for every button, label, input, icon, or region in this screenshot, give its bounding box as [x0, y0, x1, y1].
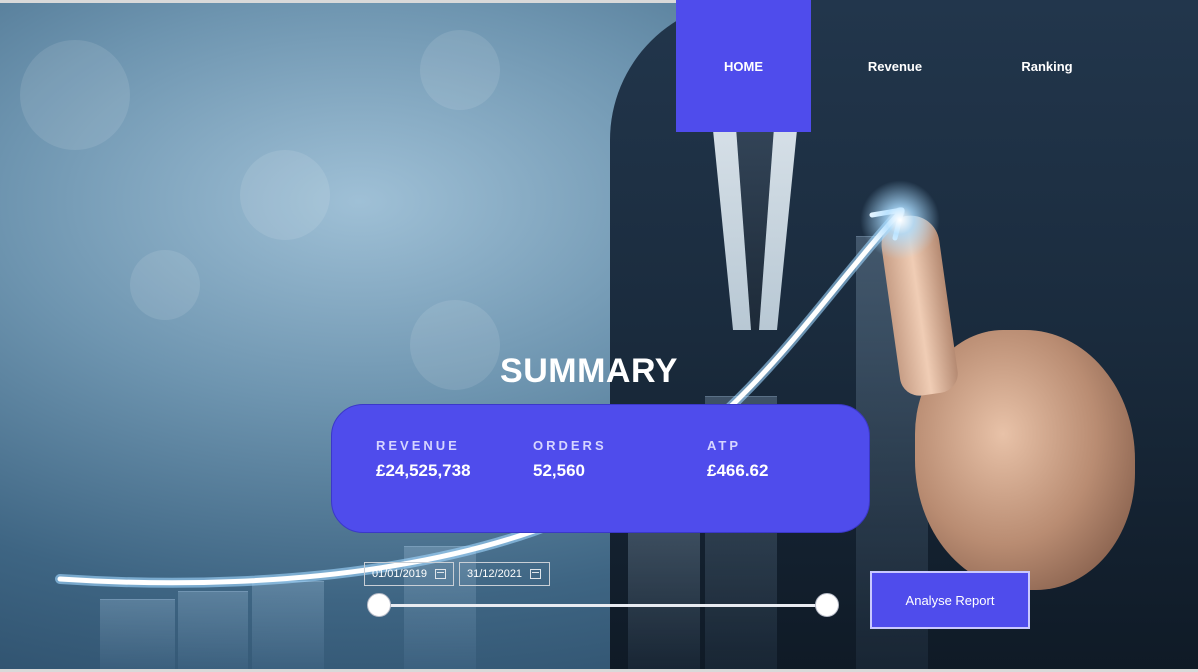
bokeh-light: [420, 30, 500, 110]
growth-bar: [628, 531, 700, 672]
growth-bar: [178, 591, 248, 672]
start-date-value: 01/01/2019: [372, 568, 428, 580]
analyse-report-button[interactable]: Analyse Report: [870, 571, 1030, 629]
kpi-atp-label: ATP: [707, 438, 742, 453]
kpi-orders-label: ORDERS: [533, 438, 607, 453]
bokeh-light: [130, 250, 200, 320]
nav-revenue-label: Revenue: [867, 58, 923, 74]
growth-bar: [252, 581, 324, 672]
bokeh-light: [240, 150, 330, 240]
arrow-glow: [860, 180, 940, 260]
kpi-orders: ORDERS 52,560: [533, 438, 607, 481]
growth-bar: [100, 599, 175, 672]
end-date-value: 31/12/2021: [467, 568, 523, 580]
nav-home-label: HOME: [724, 58, 763, 74]
kpi-card: REVENUE £24,525,738 ORDERS 52,560 ATP £4…: [331, 404, 870, 533]
kpi-orders-value: 52,560: [533, 461, 585, 480]
kpi-atp-value: £466.62: [707, 461, 769, 480]
summary-title: SUMMARY: [500, 352, 678, 390]
nav-ranking[interactable]: Ranking: [982, 0, 1112, 132]
date-slider-end-handle[interactable]: [815, 593, 839, 617]
nav-ranking-label: Ranking: [1021, 58, 1073, 74]
date-range-slider-track[interactable]: [379, 604, 827, 607]
kpi-revenue-value: £24,525,738: [376, 461, 471, 480]
nav-home[interactable]: HOME: [676, 0, 811, 132]
analyse-report-label: Analyse Report: [905, 592, 995, 608]
calendar-icon[interactable]: [435, 569, 447, 579]
nav-revenue[interactable]: Revenue: [830, 0, 960, 132]
start-date-input[interactable]: 01/01/2019: [364, 562, 454, 586]
kpi-revenue-label: REVENUE: [376, 438, 460, 453]
date-slider-start-handle[interactable]: [367, 593, 391, 617]
bokeh-light: [20, 40, 130, 150]
calendar-icon[interactable]: [530, 569, 542, 579]
kpi-atp: ATP £466.62: [707, 438, 768, 481]
end-date-input[interactable]: 31/12/2021: [459, 562, 550, 586]
kpi-revenue: REVENUE £24,525,738: [376, 438, 471, 481]
